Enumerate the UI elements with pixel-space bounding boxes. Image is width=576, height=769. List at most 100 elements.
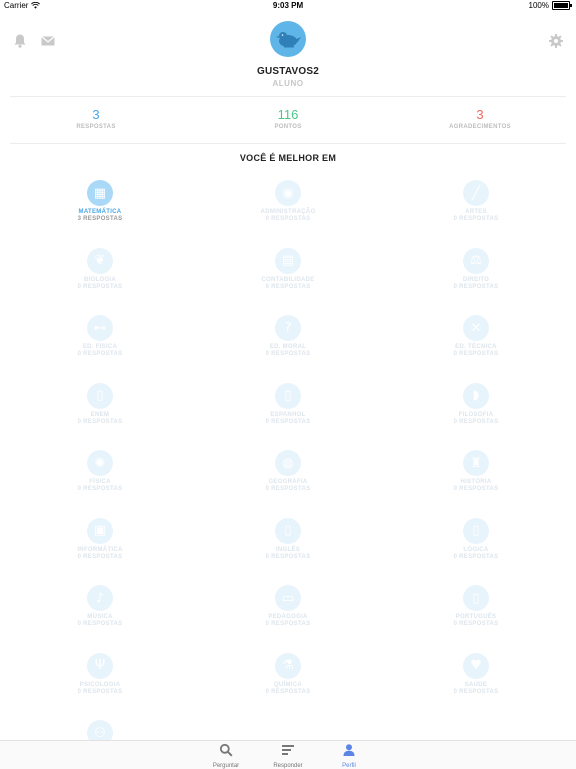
subject-count: 0 RESPOSTAS — [77, 283, 123, 290]
subject-name: GEOGRAFIA — [268, 479, 308, 485]
music-note-icon: ♪ — [87, 585, 113, 611]
battery-percent: 100% — [528, 1, 549, 10]
subject-item[interactable]: ♥ SAÚDE 0 RESPOSTAS — [396, 652, 556, 696]
subject-name: INGLÊS — [275, 546, 301, 553]
person-icon — [343, 744, 355, 756]
subject-name: ADMINISTRAÇÃO — [260, 209, 316, 215]
calculator-icon: ▦ — [87, 180, 113, 206]
subject-count: 0 RESPOSTAS — [265, 621, 311, 627]
book-icon: ▯ — [87, 382, 113, 409]
username: GUSTAVOS2 — [257, 66, 319, 77]
tab-responder[interactable]: Responder — [263, 743, 313, 769]
subject-item[interactable]: ╱ ARTES 0 RESPOSTAS — [396, 180, 556, 223]
globe-icon: ◍ — [275, 450, 301, 476]
subject-item[interactable]: ▯ INGLÊS 0 RESPOSTAS — [208, 517, 368, 561]
subject-item[interactable]: ⚗ QUÍMICA 0 RESPOSTAS — [208, 652, 368, 696]
gear-icon[interactable] — [548, 33, 564, 49]
subject-name: BIOLOGIA — [83, 276, 117, 283]
heart-icon: ♥ — [463, 652, 489, 679]
stat-value: 3 — [476, 107, 484, 122]
tab-perguntar[interactable]: Perguntar — [201, 743, 251, 769]
stat-label: RESPOSTAS — [76, 124, 116, 130]
subject-item[interactable]: ✕ ED. TÉCNICA 0 RESPOSTAS — [396, 315, 556, 358]
book-icon: ▯ — [463, 517, 489, 544]
icon-glyph: ◍ — [282, 455, 294, 471]
subject-count: 0 RESPOSTAS — [265, 216, 311, 222]
subject-item[interactable]: ▯ ENEM 0 RESPOSTAS — [20, 382, 180, 426]
subject-name: PSICOLOGIA — [79, 681, 121, 688]
subject-item[interactable]: ▤ CONTABILIDADE 0 RESPOSTAS — [208, 247, 368, 291]
divider — [10, 96, 566, 97]
stat-agradecimentos[interactable]: 3 AGRADECIMENTOS — [410, 107, 550, 131]
subject-count: 0 RESPOSTAS — [453, 486, 499, 492]
psi-icon: Ψ — [87, 652, 113, 679]
divider — [10, 143, 566, 144]
subject-count: 0 RESPOSTAS — [77, 688, 123, 695]
subject-name: PORTUGUÊS — [455, 614, 497, 620]
speech-bubble-icon: ◗ — [463, 382, 489, 409]
tab-label: Responder — [273, 763, 303, 769]
subject-name: ED. FÍSICA — [82, 344, 118, 350]
subject-item[interactable]: ◍ GEOGRAFIA 0 RESPOSTAS — [208, 450, 368, 493]
subject-item[interactable]: ⚖ DIREITO 0 RESPOSTAS — [396, 247, 556, 291]
atom-icon: ✺ — [87, 450, 113, 476]
stat-value: 3 — [92, 107, 100, 122]
subject-item[interactable]: ❦ BIOLOGIA 0 RESPOSTAS — [20, 247, 180, 291]
status-bar: Carrier 9:03 PM 100% — [0, 0, 576, 12]
avatar[interactable] — [270, 21, 306, 57]
subject-item[interactable]: Ψ PSICOLOGIA 0 RESPOSTAS — [20, 652, 180, 696]
icon-glyph: ♜ — [470, 455, 482, 471]
subject-item[interactable]: ♜ HISTÓRIA 0 RESPOSTAS — [396, 450, 556, 493]
subject-count: 0 RESPOSTAS — [265, 688, 311, 695]
subject-count: 0 RESPOSTAS — [453, 283, 499, 290]
icon-glyph: ╱ — [472, 185, 480, 201]
subject-item[interactable]: ? ED. MORAL 0 RESPOSTAS — [208, 315, 368, 358]
subject-name: CONTABILIDADE — [261, 276, 315, 283]
envelope-icon[interactable] — [40, 33, 56, 49]
icon-glyph: ⊷ — [93, 320, 107, 336]
subject-name: MÚSICA — [87, 614, 113, 620]
user-role: ALUNO — [272, 79, 304, 88]
brush-icon: ╱ — [463, 180, 489, 206]
subject-count: 0 RESPOSTAS — [77, 351, 123, 357]
tab-bar: Perguntar Responder Perfil — [0, 740, 576, 769]
subject-item[interactable]: ▯ PORTUGUÊS 0 RESPOSTAS — [396, 585, 556, 628]
subject-item[interactable]: ▭ PEDAGOGIA 0 RESPOSTAS — [208, 585, 368, 628]
bell-icon[interactable] — [12, 33, 28, 49]
subject-item[interactable]: ▯ LÓGICA 0 RESPOSTAS — [396, 517, 556, 561]
subject-item[interactable]: ⊷ ED. FÍSICA 0 RESPOSTAS — [20, 315, 180, 358]
flask-icon: ⚗ — [275, 652, 301, 679]
subject-item[interactable]: ◉ ADMINISTRAÇÃO 0 RESPOSTAS — [208, 180, 368, 223]
bird-icon — [276, 32, 301, 48]
subject-item[interactable]: ▯ ESPANHOL 0 RESPOSTAS — [208, 382, 368, 426]
subject-name: SAÚDE — [464, 681, 488, 688]
tools-icon: ✕ — [463, 315, 489, 341]
eye-icon: ◉ — [275, 180, 301, 206]
book-icon: ▯ — [463, 585, 489, 611]
icon-glyph: ▯ — [96, 388, 104, 403]
icon-glyph: ▯ — [472, 590, 480, 606]
leaf-icon: ❦ — [87, 247, 113, 274]
chip-icon: ▣ — [87, 517, 113, 544]
book-icon: ▯ — [275, 517, 301, 544]
subject-item[interactable]: ◗ FILOSOFIA 0 RESPOSTAS — [396, 382, 556, 426]
subject-count: 0 RESPOSTAS — [453, 688, 499, 695]
battery-icon — [552, 1, 572, 10]
subject-name: FILOSOFIA — [458, 411, 494, 418]
icon-glyph: ▯ — [472, 523, 480, 538]
stat-pontos[interactable]: 116 PONTOS — [218, 108, 358, 131]
subject-name: QUÍMICA — [273, 681, 303, 688]
status-time: 9:03 PM — [272, 1, 304, 10]
subject-item[interactable]: ▣ INFORMÁTICA 0 RESPOSTAS — [20, 517, 180, 561]
icon-glyph: ◗ — [472, 388, 480, 403]
subject-item[interactable]: ▦ MATEMÁTICA 3 RESPOSTAS — [20, 180, 180, 223]
stat-respostas[interactable]: 3 RESPOSTAS — [26, 107, 166, 131]
tab-label: Perguntar — [212, 763, 240, 769]
subject-item[interactable]: ✺ FÍSICA 0 RESPOSTAS — [20, 450, 180, 493]
subject-name: ED. TÉCNICA — [455, 344, 497, 350]
tab-label: Perfil — [342, 763, 356, 769]
subject-name: ENEM — [90, 411, 110, 418]
subject-item[interactable]: ♪ MÚSICA 0 RESPOSTAS — [20, 585, 180, 628]
tab-perfil[interactable]: Perfil — [324, 743, 374, 769]
subject-count: 0 RESPOSTAS — [77, 418, 123, 425]
